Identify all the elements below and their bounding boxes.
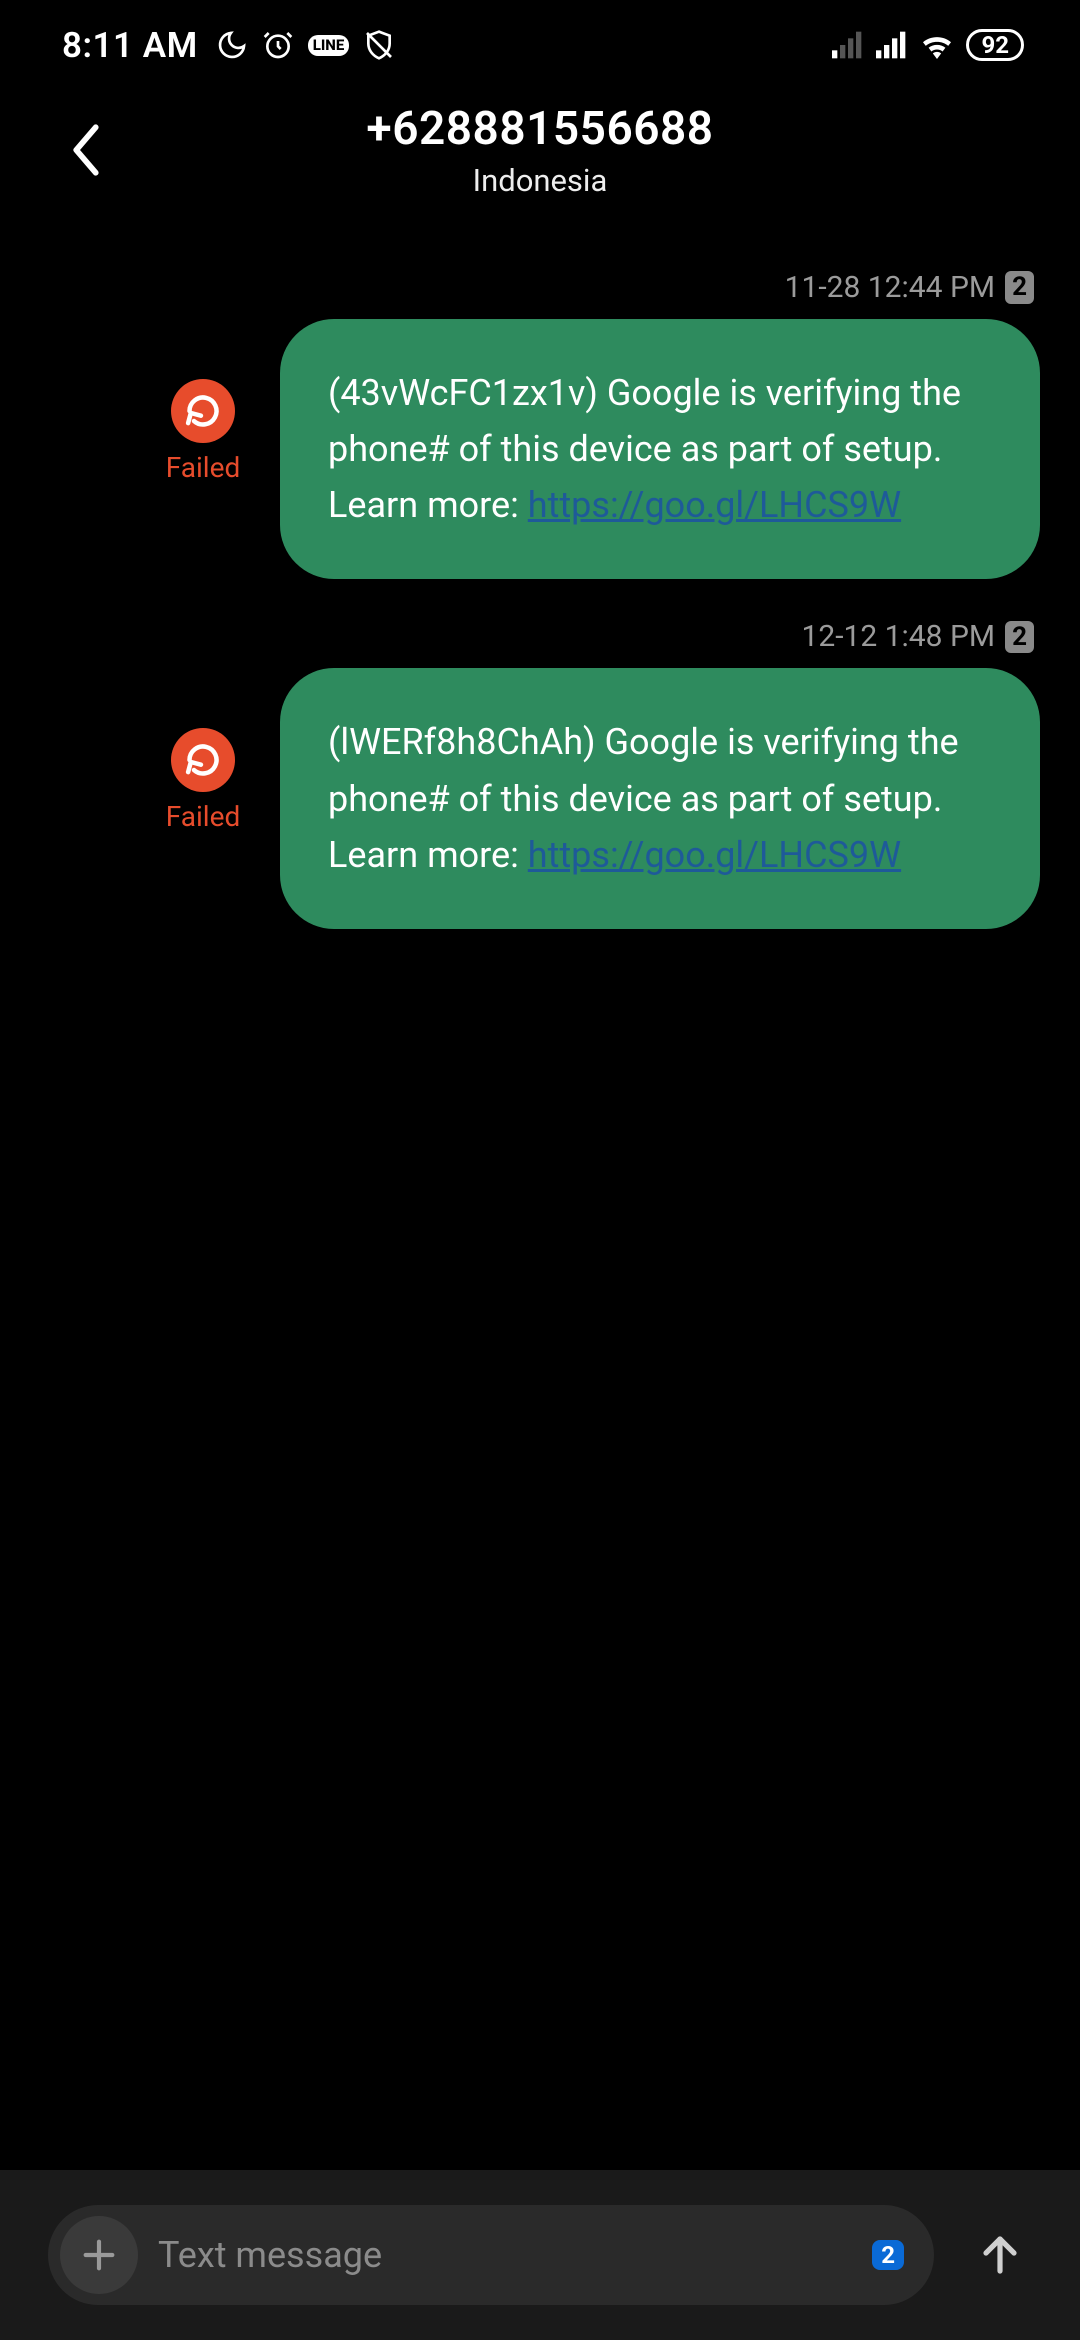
failed-label: Failed	[166, 451, 241, 484]
chat-header: +628881556688 Indonesia	[0, 90, 1080, 230]
failed-label: Failed	[166, 800, 241, 833]
failed-indicator[interactable]: Failed	[150, 379, 256, 484]
compose-field[interactable]: Text message 2	[48, 2205, 934, 2305]
message-link[interactable]: https://goo.gl/LHCS9W	[528, 484, 901, 526]
message-row: Failed (lWERf8h8ChAh) Google is verifyin…	[40, 668, 1040, 928]
status-clock: 8:11 AM	[62, 25, 198, 66]
signal-icon	[876, 31, 908, 59]
message-bubble[interactable]: (lWERf8h8ChAh) Google is verifying the p…	[280, 668, 1040, 928]
status-bar: 8:11 AM LINE 92	[0, 0, 1080, 90]
alarm-icon	[262, 29, 294, 61]
sim-badge: 2	[1005, 621, 1034, 654]
message-bubble[interactable]: (43vWcFC1zx1v) Google is verifying the p…	[280, 319, 1040, 579]
timestamp-text: 11-28 12:44 PM	[785, 270, 995, 305]
shield-icon	[363, 29, 395, 61]
signal-weak-icon	[832, 31, 864, 59]
attach-button[interactable]	[60, 2216, 138, 2294]
status-right: 92	[832, 29, 1024, 61]
message-list[interactable]: 11-28 12:44 PM 2 Failed (43vWcFC1zx1v) G…	[0, 270, 1080, 929]
compose-input[interactable]: Text message	[158, 2234, 852, 2276]
sim-selector[interactable]: 2	[872, 2240, 904, 2270]
line-app-icon: LINE	[308, 35, 350, 56]
message-timestamp: 11-28 12:44 PM 2	[40, 270, 1040, 305]
message-row: Failed (43vWcFC1zx1v) Google is verifyin…	[40, 319, 1040, 579]
moon-icon	[216, 29, 248, 61]
timestamp-text: 12-12 1:48 PM	[801, 619, 995, 654]
battery-indicator: 92	[966, 29, 1024, 61]
message-item: 12-12 1:48 PM 2 Failed (lWERf8h8ChAh) Go…	[40, 619, 1040, 928]
message-item: 11-28 12:44 PM 2 Failed (43vWcFC1zx1v) G…	[40, 270, 1040, 579]
failed-indicator[interactable]: Failed	[150, 728, 256, 833]
status-left: 8:11 AM LINE	[62, 25, 395, 66]
sim-badge: 2	[1005, 271, 1034, 304]
send-button[interactable]	[964, 2219, 1036, 2291]
wifi-icon	[920, 31, 954, 59]
message-timestamp: 12-12 1:48 PM 2	[40, 619, 1040, 654]
composer-bar: Text message 2	[0, 2170, 1080, 2340]
contact-number: +628881556688	[366, 102, 713, 156]
retry-icon[interactable]	[171, 728, 235, 792]
contact-region: Indonesia	[366, 162, 713, 199]
retry-icon[interactable]	[171, 379, 235, 443]
back-button[interactable]	[56, 120, 116, 180]
message-link[interactable]: https://goo.gl/LHCS9W	[528, 834, 901, 876]
header-title-block[interactable]: +628881556688 Indonesia	[366, 102, 713, 199]
